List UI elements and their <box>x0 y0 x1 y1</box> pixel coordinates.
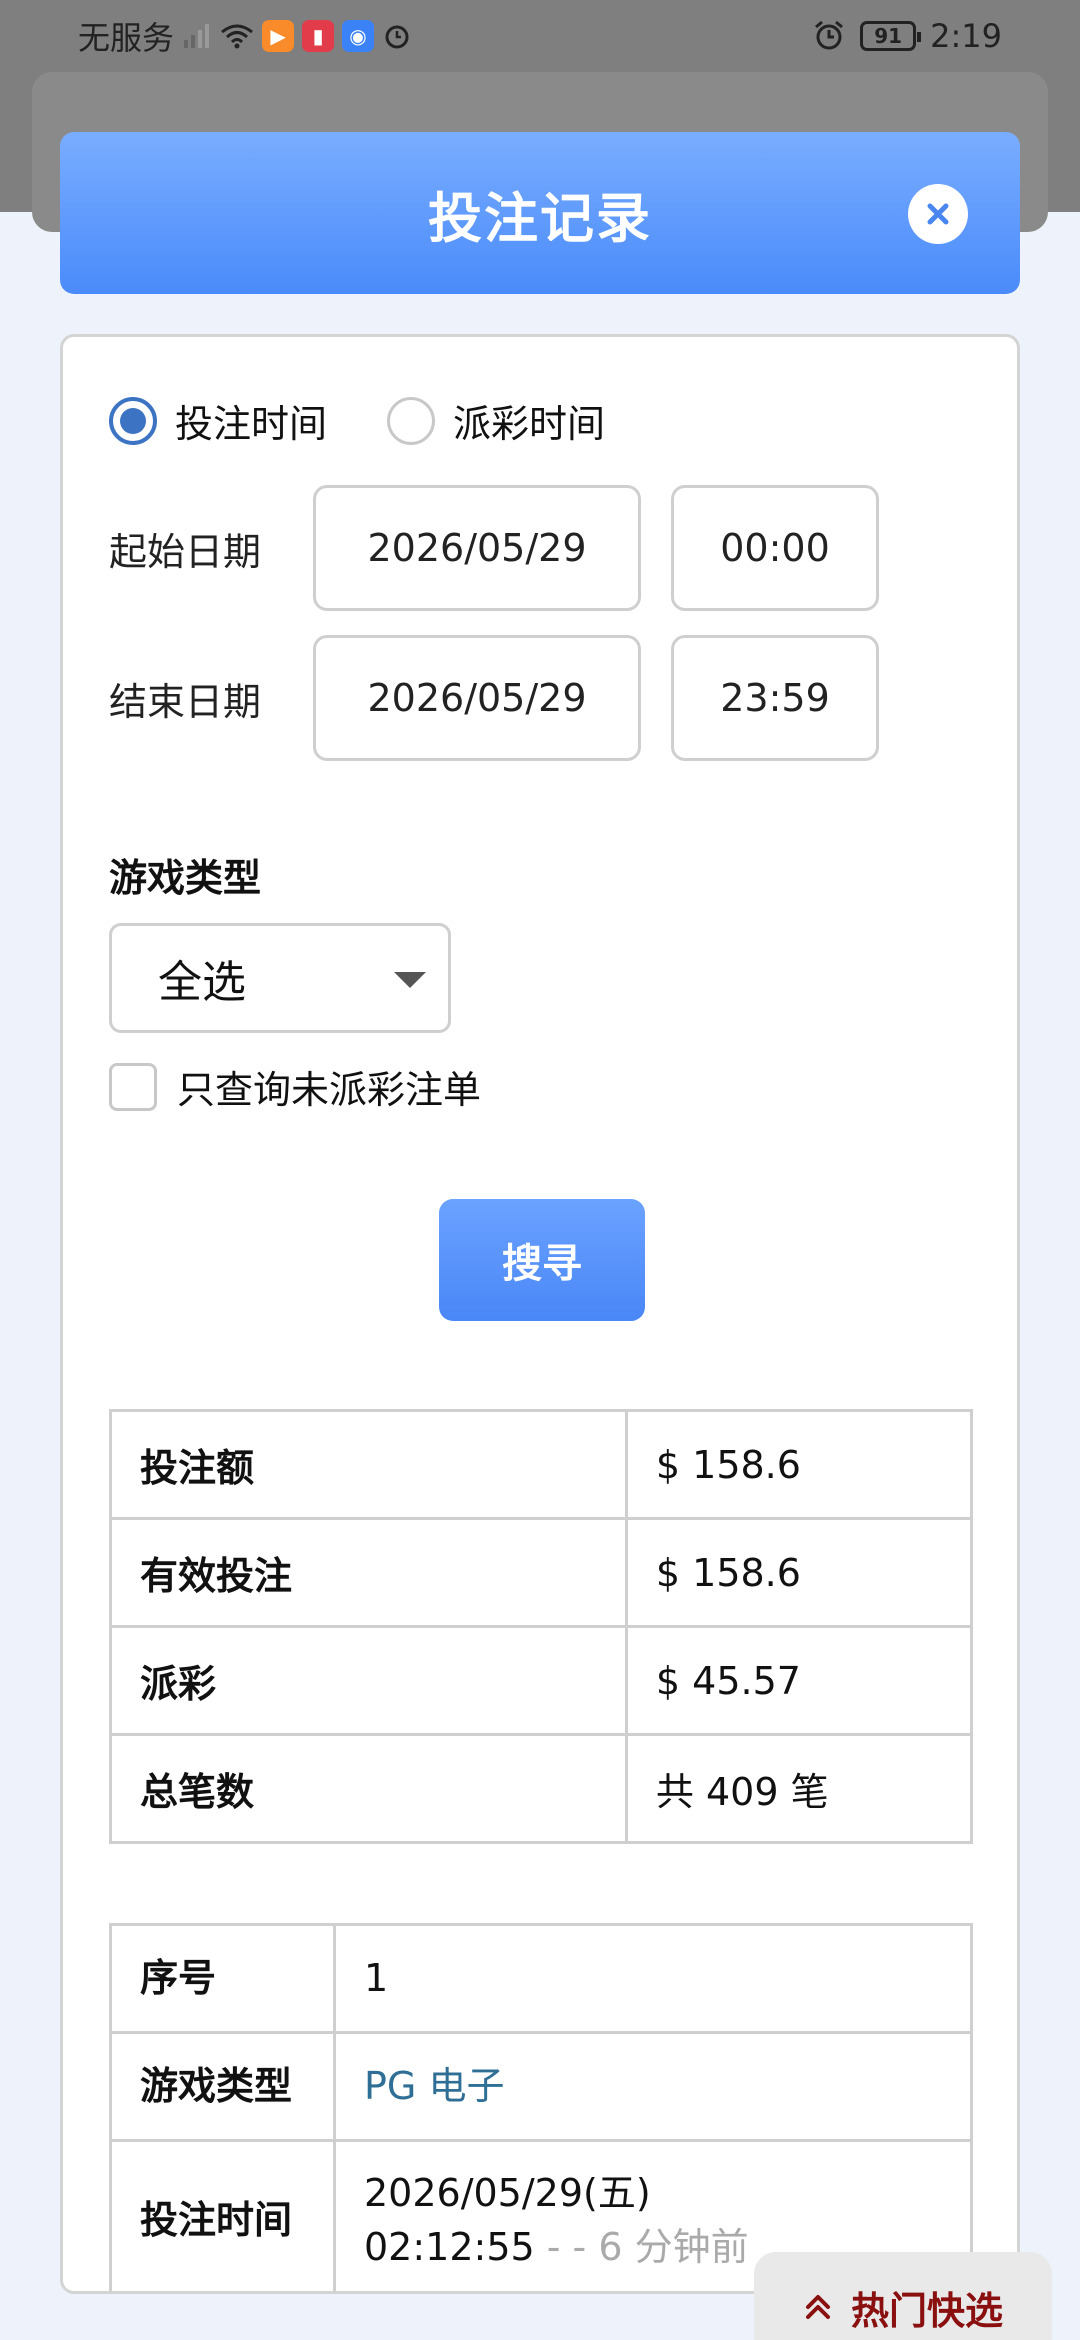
search-button[interactable]: 搜寻 <box>439 1199 645 1321</box>
end-time-field[interactable]: 23:59 <box>671 635 879 761</box>
summary-value: $ 158.6 <box>624 1409 974 1520</box>
radio-payout-time[interactable]: 派彩时间 <box>387 393 605 448</box>
radio-unchecked-icon <box>387 396 436 445</box>
table-row: 派彩 $ 45.57 <box>109 1625 974 1736</box>
game-type-heading: 游戏类型 <box>109 856 262 900</box>
wifi-icon <box>220 22 254 50</box>
modal-title: 投注记录 <box>428 186 652 250</box>
bet-clock: 02:12:55 <box>364 2224 535 2269</box>
summary-value: $ 158.6 <box>624 1517 974 1628</box>
bet-record-card: 投注时间 派彩时间 起始日期 2026/05/29 00:00 结束日期 202… <box>60 334 1020 2294</box>
table-row: 总笔数 共 409 笔 <box>109 1733 974 1844</box>
end-date-row: 结束日期 2026/05/29 23:59 <box>109 635 879 761</box>
detail-value: 1 <box>333 1923 973 2034</box>
table-row: 投注额 $ 158.6 <box>109 1409 974 1520</box>
start-time-value: 00:00 <box>720 526 830 570</box>
unsettled-only-label: 只查询未派彩注单 <box>177 1068 482 1112</box>
status-left: 无服务 ▶ ▮ ◉ <box>78 13 412 59</box>
start-date-field[interactable]: 2026/05/29 <box>313 485 641 611</box>
table-row: 序号 1 <box>109 1923 973 2034</box>
summary-key: 派彩 <box>109 1625 628 1736</box>
status-bar: 无服务 ▶ ▮ ◉ 91 2:19 <box>0 0 1080 72</box>
bet-date: 2026/05/29(五) <box>364 2171 651 2216</box>
hot-pick-label: 热门快选 <box>850 2288 1003 2333</box>
detail-key: 投注时间 <box>109 2139 336 2291</box>
close-button[interactable] <box>908 184 968 244</box>
battery-icon: 91 <box>860 21 922 51</box>
detail-key: 序号 <box>109 1923 336 2034</box>
end-date-label: 结束日期 <box>109 679 262 724</box>
game-type-select[interactable]: 全选 <box>109 923 451 1033</box>
table-row: 有效投注 $ 158.6 <box>109 1517 974 1628</box>
summary-key: 总笔数 <box>109 1733 628 1844</box>
start-date-row: 起始日期 2026/05/29 00:00 <box>109 485 879 611</box>
radio-bet-time[interactable]: 投注时间 <box>109 393 327 448</box>
unsettled-only-checkbox-row[interactable]: 只查询未派彩注单 <box>109 1059 481 1114</box>
start-date-value: 2026/05/29 <box>367 526 587 570</box>
summary-key: 投注额 <box>109 1409 628 1520</box>
detail-key: 游戏类型 <box>109 2031 336 2142</box>
radio-payout-time-label: 派彩时间 <box>453 402 606 446</box>
radio-bet-time-label: 投注时间 <box>175 402 328 446</box>
status-right: 91 2:19 <box>812 17 1002 55</box>
end-date-field[interactable]: 2026/05/29 <box>313 635 641 761</box>
alarm-icon <box>382 21 412 51</box>
book-app-icon: ▮ <box>302 20 335 52</box>
hot-pick-button[interactable]: 热门快选 <box>754 2252 1052 2340</box>
summary-table: 投注额 $ 158.6 有效投注 $ 158.6 派彩 $ 45.57 总笔数 … <box>109 1409 974 1844</box>
signal-icon <box>182 22 212 50</box>
summary-value: 共 409 笔 <box>624 1733 974 1844</box>
start-time-field[interactable]: 00:00 <box>671 485 879 611</box>
modal-header: 投注记录 <box>60 132 1020 294</box>
summary-value: $ 45.57 <box>624 1625 974 1736</box>
browser-app-icon: ◉ <box>342 20 375 52</box>
end-date-value: 2026/05/29 <box>367 676 587 720</box>
status-time: 2:19 <box>930 17 1002 55</box>
dropdown-caret-icon <box>394 972 426 988</box>
bet-relative-time: - - 6 分钟前 <box>534 2224 749 2269</box>
time-type-radio-group: 投注时间 派彩时间 <box>109 393 605 448</box>
video-app-icon: ▶ <box>262 20 295 52</box>
end-time-value: 23:59 <box>720 676 830 720</box>
game-type-link[interactable]: PG 电子 <box>333 2031 973 2142</box>
search-button-label: 搜寻 <box>502 1241 582 1287</box>
table-row: 游戏类型 PG 电子 <box>109 2031 973 2142</box>
close-icon <box>927 203 949 225</box>
bet-detail-table: 序号 1 游戏类型 PG 电子 投注时间 2026/05/29(五) 02:12… <box>109 1923 973 2291</box>
battery-level: 91 <box>874 24 903 48</box>
unsettled-only-checkbox[interactable] <box>109 1062 157 1111</box>
carrier-text: 无服务 <box>78 19 175 57</box>
double-chevron-up-icon <box>805 2295 830 2319</box>
alarm-clock-icon <box>812 19 846 53</box>
game-type-selected: 全选 <box>158 957 246 1008</box>
start-date-label: 起始日期 <box>109 529 262 574</box>
radio-checked-icon <box>109 396 157 445</box>
summary-key: 有效投注 <box>109 1517 628 1628</box>
